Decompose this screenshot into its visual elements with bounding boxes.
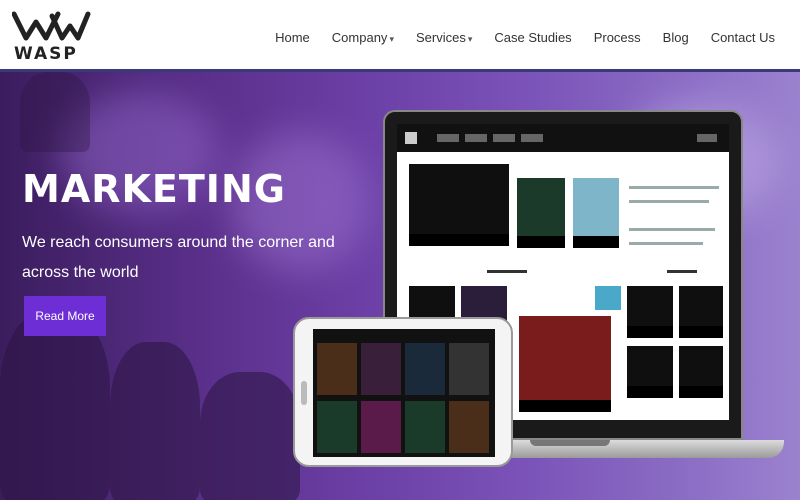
nav-item-label: Services [415,30,466,45]
nav-item-label: Process [593,30,641,45]
laptop-base-notch [530,440,610,446]
mock-tile [405,343,445,395]
hero-banner: MARKETING We reach consumers around the … [0,72,800,500]
nav-item-label: Case Studies [494,30,572,45]
mock-logo [405,132,417,144]
mock-text-line [667,270,697,273]
nav-item-label: Contact Us [710,30,775,45]
mock-text-line [629,200,709,203]
mock-nav-item [493,134,515,142]
crowd-silhouette [200,372,300,500]
phone-mockup [293,317,513,467]
mock-tile [593,284,623,312]
hero-subtitle: We reach consumers around the corner and… [22,234,335,281]
mock-text-line [629,186,719,189]
mock-tile [515,176,567,250]
mock-site-navbar [397,124,729,152]
hero-title: MARKETING [22,167,286,211]
mock-tile [405,401,445,453]
nav-item-home[interactable]: Home [264,30,321,45]
nav-item-company[interactable]: Company ▾ [321,30,405,45]
mock-tile [625,344,675,400]
mock-text-line [629,228,715,231]
phone-screen [313,329,495,457]
read-more-button[interactable]: Read More [24,296,106,336]
crowd-silhouette [20,72,90,152]
mock-tile [361,401,401,453]
crowd-silhouette [0,312,110,500]
nav-item-case-studies[interactable]: Case Studies [483,30,582,45]
mock-tile [571,176,621,250]
mock-tile [449,343,489,395]
mock-tile [677,284,725,340]
brand-name[interactable]: WASP [14,44,78,64]
crowd-silhouette [110,342,200,500]
mock-nav-item [465,134,487,142]
caret-down-icon: ▾ [389,34,394,44]
mock-tile [517,314,613,414]
nav-item-label: Blog [662,30,689,45]
mock-text-line [487,270,527,273]
nav-item-contact[interactable]: Contact Us [700,30,786,45]
nav-item-label: Company [331,30,388,45]
mock-nav-item [437,134,459,142]
nav-item-label: Home [275,30,310,45]
site-header: WASP Home Company ▾ Services ▾ Case Studie… [0,0,800,72]
mock-tile [449,401,489,453]
mock-nav-item [521,134,543,142]
mock-tile [407,162,511,248]
nav-item-services[interactable]: Services ▾ [405,30,483,45]
mock-nav-item [697,134,717,142]
mock-tile [677,344,725,400]
nav-item-blog[interactable]: Blog [652,30,700,45]
nav-item-process[interactable]: Process [583,30,652,45]
mock-tile [317,401,357,453]
caret-down-icon: ▾ [467,34,473,44]
main-nav: Home Company ▾ Services ▾ Case Studies Pro… [264,30,786,45]
phone-home-button [301,381,307,405]
mock-text-line [629,242,703,245]
mock-tile [361,343,401,395]
mock-tile [625,284,675,340]
mock-tile [317,343,357,395]
